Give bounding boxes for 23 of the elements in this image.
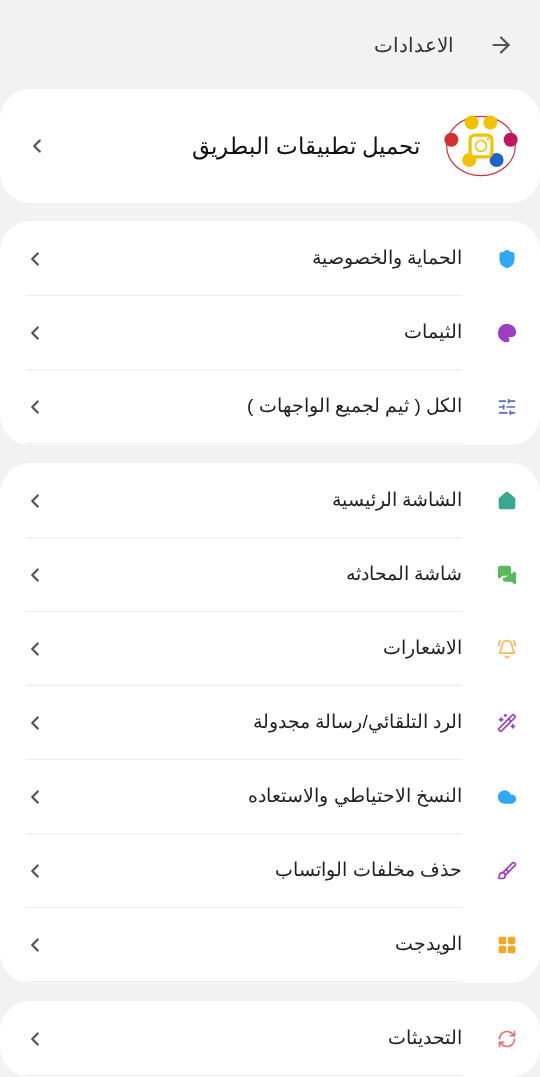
settings-item[interactable]: شاشة المحادثه xyxy=(26,538,518,612)
settings-item[interactable]: حذف مخلفات الواتساب xyxy=(26,834,518,908)
settings-item[interactable]: الشاشة الرئيسية xyxy=(26,464,518,538)
settings-item[interactable]: الويدجت xyxy=(26,908,518,982)
settings-item[interactable]: الثيمات xyxy=(26,296,518,370)
sliders-icon xyxy=(497,397,517,417)
bell-icon xyxy=(497,639,517,659)
palette-icon xyxy=(497,323,517,343)
settings-item[interactable]: الاشعارات xyxy=(26,612,518,686)
settings-item[interactable]: النسخ الاحتياطي والاستعاده xyxy=(26,760,518,834)
settings-item[interactable]: الحماية والخصوصية xyxy=(26,222,518,296)
chat-icon xyxy=(497,565,517,585)
shield-icon xyxy=(497,249,517,269)
cloud-icon xyxy=(497,787,517,807)
page-title: الاعدادات xyxy=(374,32,454,58)
settings-item[interactable]: التحديثات xyxy=(26,1002,518,1076)
featured-card[interactable]: تحميل تطبيقات البطريق xyxy=(0,89,540,203)
magic-wand-icon xyxy=(497,713,517,733)
settings-item[interactable]: الرد التلقائي/رسالة مجدولة xyxy=(26,686,518,760)
refresh-icon xyxy=(497,1029,517,1049)
settings-item[interactable]: الكل ( ثيم لجميع الواجهات ) xyxy=(26,370,518,444)
widgets-icon xyxy=(497,935,517,955)
home-icon xyxy=(497,491,517,511)
